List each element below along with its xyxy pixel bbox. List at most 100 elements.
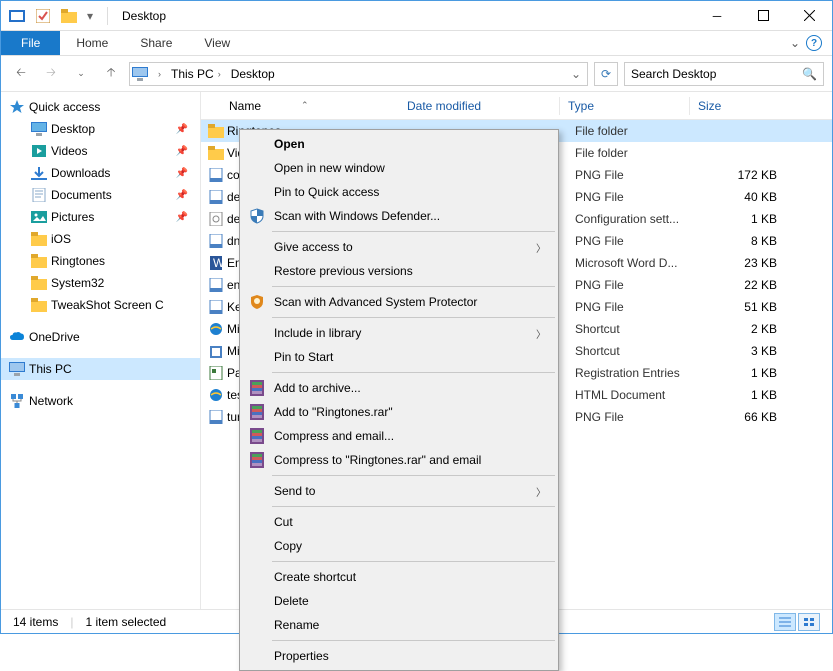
view-tab[interactable]: View: [188, 31, 246, 55]
folder-icon: [31, 231, 47, 247]
tv-quick-downloads[interactable]: Downloads📌: [1, 162, 200, 184]
menu-pin-to-quick-access[interactable]: Pin to Quick access: [242, 180, 556, 204]
rar-icon: [248, 379, 266, 397]
forward-button[interactable]: 🡢: [39, 62, 63, 86]
tv-onedrive[interactable]: OneDrive: [1, 326, 200, 348]
png-icon: [207, 234, 225, 248]
refresh-button[interactable]: ⟳: [594, 62, 618, 86]
qat-app-icon[interactable]: [5, 5, 29, 27]
menu-give-access-to[interactable]: Give access to〉: [242, 235, 556, 259]
pin-icon: 📌: [176, 212, 188, 223]
menu-properties[interactable]: Properties: [242, 644, 556, 668]
qat-newfolder-icon[interactable]: [57, 5, 81, 27]
menu-add-to-archive[interactable]: Add to archive...: [242, 376, 556, 400]
menu-include-in-library[interactable]: Include in library〉: [242, 321, 556, 345]
rar-icon: [248, 451, 266, 469]
menu-delete[interactable]: Delete: [242, 589, 556, 613]
file-type: PNG File: [575, 190, 705, 204]
file-type: PNG File: [575, 234, 705, 248]
tv-quick-access[interactable]: Quick access: [1, 96, 200, 118]
menu-separator: [272, 475, 555, 476]
menu-cut[interactable]: Cut: [242, 510, 556, 534]
png-icon: [207, 278, 225, 292]
menu-send-to[interactable]: Send to〉: [242, 479, 556, 503]
file-type: PNG File: [575, 410, 705, 424]
tv-quick-documents[interactable]: Documents📌: [1, 184, 200, 206]
folder-icon: [31, 165, 47, 181]
menu-create-shortcut[interactable]: Create shortcut: [242, 565, 556, 589]
menu-separator: [272, 640, 555, 641]
menu-separator: [272, 506, 555, 507]
share-tab[interactable]: Share: [124, 31, 188, 55]
menu-rename[interactable]: Rename: [242, 613, 556, 637]
menu-label: Create shortcut: [274, 570, 356, 584]
address-dropdown-icon[interactable]: ⌄: [571, 67, 585, 81]
tv-quick-system32[interactable]: System32: [1, 272, 200, 294]
col-size[interactable]: Size: [689, 97, 779, 115]
doc-icon: W: [207, 256, 225, 270]
ribbon-expand-icon[interactable]: ⌄: [790, 36, 800, 50]
tv-quick-tweakshot-screen-c[interactable]: TweakShot Screen C: [1, 294, 200, 316]
menu-compress-to-ringtones-rar-and-email[interactable]: Compress to "Ringtones.rar" and email: [242, 448, 556, 472]
menu-scan-with-advanced-system-protector[interactable]: Scan with Advanced System Protector: [242, 290, 556, 314]
col-date[interactable]: Date modified: [399, 99, 559, 113]
network-icon: [9, 393, 25, 409]
file-type: PNG File: [575, 300, 705, 314]
star-icon: [9, 99, 25, 115]
file-type: Microsoft Word D...: [575, 256, 705, 270]
menu-compress-and-email[interactable]: Compress and email...: [242, 424, 556, 448]
file-tab[interactable]: File: [1, 31, 60, 55]
tv-quick-desktop[interactable]: Desktop📌: [1, 118, 200, 140]
file-type: HTML Document: [575, 388, 705, 402]
col-type[interactable]: Type: [559, 97, 689, 115]
asp-icon: [248, 293, 266, 311]
crumb-thispc[interactable]: This PC›: [167, 63, 225, 85]
pin-icon: 📌: [176, 146, 188, 157]
close-button[interactable]: [786, 1, 832, 31]
menu-label: Scan with Advanced System Protector: [274, 295, 477, 309]
tv-network[interactable]: Network: [1, 390, 200, 412]
menu-open[interactable]: Open: [242, 132, 556, 156]
col-name[interactable]: Name⌃: [221, 99, 399, 113]
view-details-button[interactable]: [774, 613, 796, 631]
up-button[interactable]: 🡡: [99, 62, 123, 86]
qat-dropdown-icon[interactable]: ▾: [83, 5, 97, 27]
menu-pin-to-start[interactable]: Pin to Start: [242, 345, 556, 369]
menu-open-in-new-window[interactable]: Open in new window: [242, 156, 556, 180]
folder-icon: [207, 124, 225, 138]
view-large-button[interactable]: [798, 613, 820, 631]
menu-label: Copy: [274, 539, 302, 553]
minimize-button[interactable]: ─: [694, 1, 740, 31]
menu-restore-previous-versions[interactable]: Restore previous versions: [242, 259, 556, 283]
menu-copy[interactable]: Copy: [242, 534, 556, 558]
menu-label: Properties: [274, 649, 329, 663]
maximize-button[interactable]: [740, 1, 786, 31]
menu-label: Open: [274, 137, 305, 151]
title-bar: ▾ Desktop ─: [1, 1, 832, 31]
tv-quick-pictures[interactable]: Pictures📌: [1, 206, 200, 228]
tv-this-pc[interactable]: This PC: [1, 358, 200, 380]
ie-icon: [207, 322, 225, 336]
file-size: 172 KB: [705, 168, 785, 182]
tv-quick-ios[interactable]: iOS: [1, 228, 200, 250]
file-type: Shortcut: [575, 344, 705, 358]
file-type: Shortcut: [575, 322, 705, 336]
qat-properties-icon[interactable]: [31, 5, 55, 27]
crumb-chevron[interactable]: ›: [150, 63, 165, 85]
menu-separator: [272, 286, 555, 287]
crumb-desktop[interactable]: Desktop: [227, 63, 279, 85]
address-bar[interactable]: › This PC› Desktop ⌄: [129, 62, 588, 86]
search-box[interactable]: Search Desktop 🔍: [624, 62, 824, 86]
tv-quick-ringtones[interactable]: Ringtones: [1, 250, 200, 272]
recent-dropdown[interactable]: ⌄: [69, 62, 93, 86]
reg-icon: [207, 366, 225, 380]
menu-add-to-ringtones-rar[interactable]: Add to "Ringtones.rar": [242, 400, 556, 424]
menu-scan-with-windows-defender[interactable]: Scan with Windows Defender...: [242, 204, 556, 228]
home-tab[interactable]: Home: [60, 31, 124, 55]
menu-label: Compress to "Ringtones.rar" and email: [274, 453, 481, 467]
context-menu: Open Open in new windowPin to Quick acces…: [239, 129, 559, 671]
tv-quick-videos[interactable]: Videos📌: [1, 140, 200, 162]
help-icon[interactable]: ?: [806, 35, 822, 51]
rar-icon: [248, 403, 266, 421]
back-button[interactable]: 🡠: [9, 62, 33, 86]
